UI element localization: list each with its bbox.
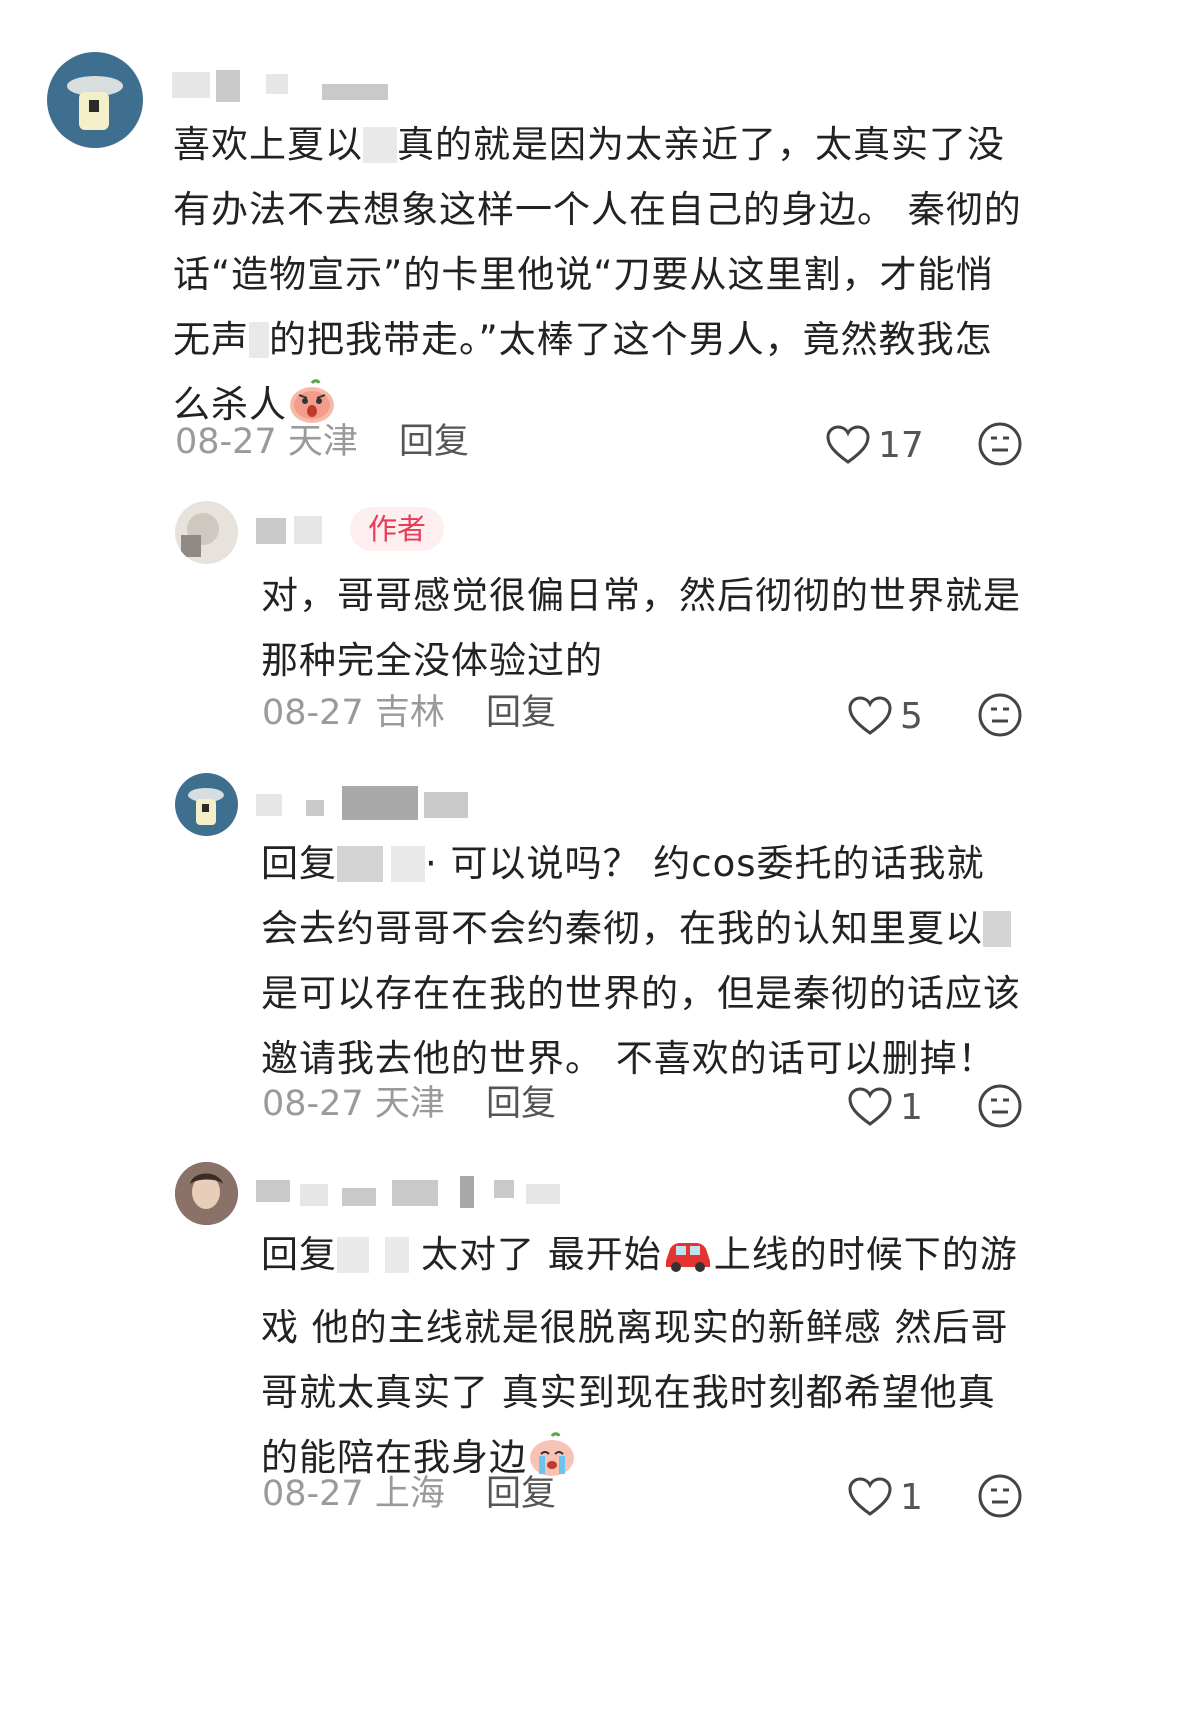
emoji-reaction-icon[interactable] [977, 1473, 1023, 1519]
comment-meta: 08-27 上海 回复 [262, 1469, 556, 1519]
comment-meta: 08-27 天津 回复 [175, 417, 469, 467]
comment-date: 08-27 [262, 1474, 364, 1514]
username-redacted[interactable] [256, 1174, 566, 1208]
emoji-reaction-icon[interactable] [977, 421, 1023, 467]
username-redacted[interactable] [256, 786, 496, 820]
red-car-emoji [662, 1230, 714, 1295]
comment-date: 08-27 [262, 693, 364, 733]
comment-text: 回复 太对了 最开始 上线的时候下的游戏 他的主线就是很脱离现实的新鲜感 然后哥哥… [261, 1222, 1031, 1498]
avatar[interactable] [175, 1162, 238, 1225]
comment-meta: 08-27 吉林 回复 [262, 688, 556, 738]
comment-meta: 08-27 天津 回复 [262, 1079, 556, 1129]
reply-button[interactable]: 回复 [486, 693, 556, 733]
avatar[interactable] [175, 773, 238, 836]
comment-location: 上海 [374, 1474, 445, 1514]
redacted-text [983, 911, 1011, 947]
username-redacted[interactable] [256, 512, 336, 546]
avatar[interactable] [175, 501, 238, 564]
comment-location: 天津 [287, 422, 358, 462]
like-button[interactable]: 1 [848, 1472, 923, 1522]
like-button[interactable]: 5 [848, 691, 923, 741]
heart-icon [848, 1087, 892, 1126]
emoji-reaction-icon[interactable] [977, 1083, 1023, 1129]
heart-icon [826, 425, 870, 464]
comment-text: 对，哥哥感觉很偏日常，然后彻彻的世界就是那种完全没体验过的 [261, 574, 1021, 682]
reply-button[interactable]: 回复 [486, 1474, 556, 1514]
comment-location: 吉林 [374, 693, 445, 733]
redacted-text [249, 322, 269, 358]
comment-date: 08-27 [262, 1084, 364, 1124]
avatar[interactable] [47, 52, 143, 148]
redacted-mention[interactable] [337, 1237, 369, 1273]
redacted-mention[interactable] [391, 846, 425, 882]
reply-button[interactable]: 回复 [399, 422, 469, 462]
author-badge: 作者 [350, 507, 445, 551]
redacted-mention[interactable] [337, 846, 383, 882]
comment-date: 08-27 [175, 422, 277, 462]
like-count: 17 [878, 424, 924, 466]
username-redacted[interactable] [172, 68, 402, 102]
like-count: 1 [900, 1476, 923, 1518]
like-count: 5 [900, 695, 923, 737]
like-button[interactable]: 17 [826, 420, 924, 470]
comment-text: 喜欢上夏以 真的就是因为太亲近了，太真实了没有办法不去想象这样一个人在自己的身边。… [173, 112, 1023, 445]
comment-location: 天津 [374, 1084, 445, 1124]
heart-icon [848, 1477, 892, 1516]
redacted-mention[interactable] [385, 1237, 409, 1273]
emoji-reaction-icon[interactable] [977, 692, 1023, 738]
heart-icon [848, 696, 892, 735]
redacted-text [363, 127, 397, 163]
like-count: 1 [900, 1086, 923, 1128]
comment-text: 回复 · 可以说吗？ 约cos委托的话我就会去约哥哥不会约秦彻，在我的认知里夏以是… [261, 842, 1021, 1080]
like-button[interactable]: 1 [848, 1082, 923, 1132]
reply-button[interactable]: 回复 [486, 1084, 556, 1124]
